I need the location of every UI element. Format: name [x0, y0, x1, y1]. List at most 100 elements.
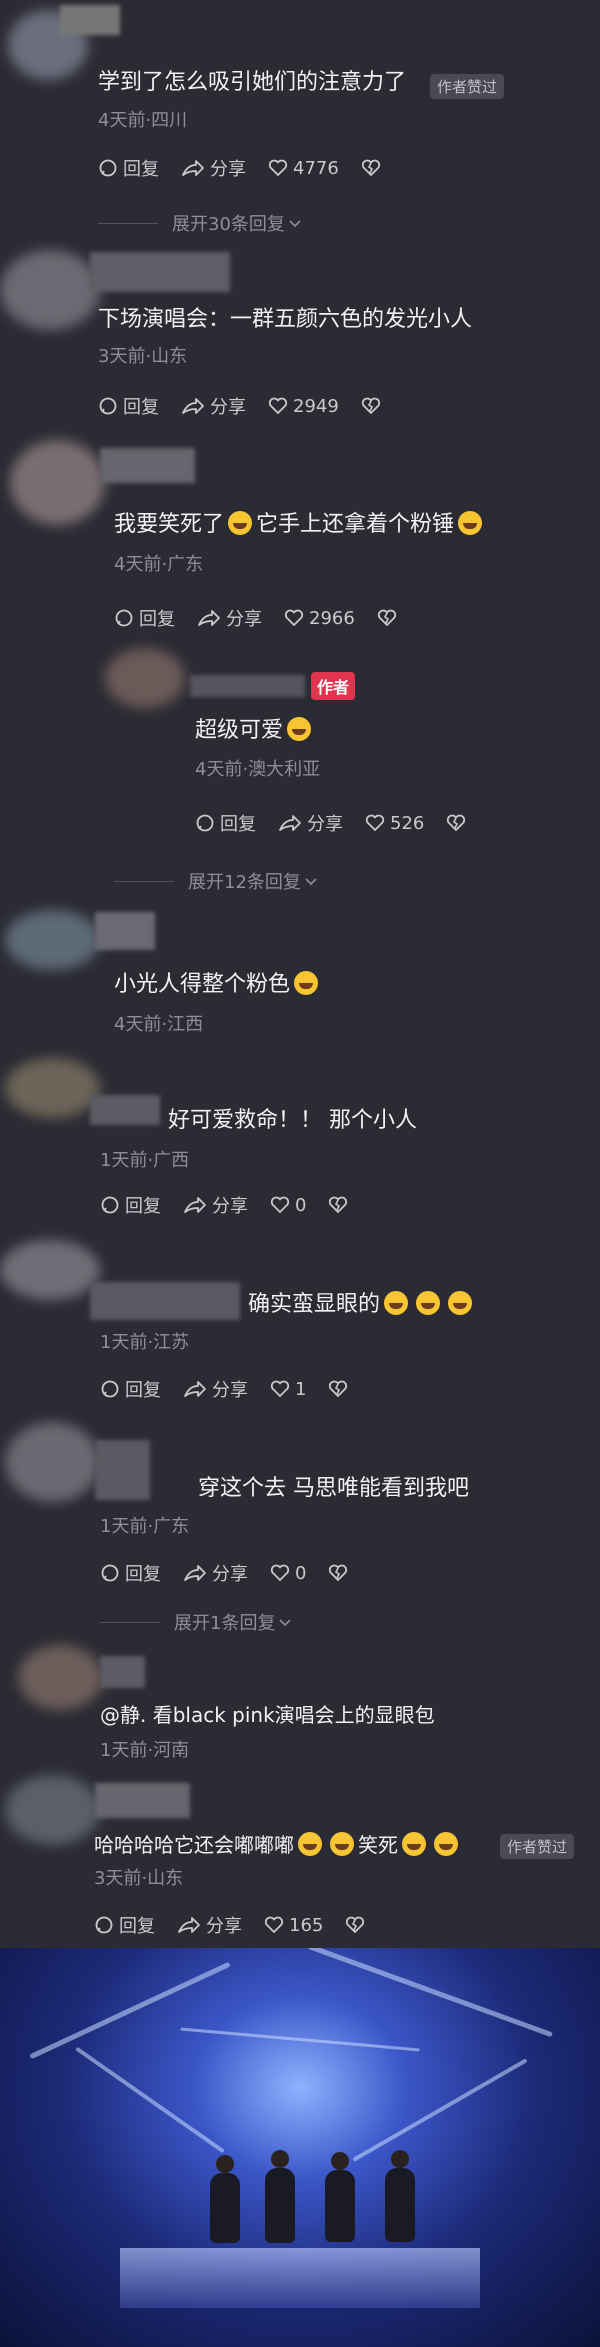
share-arrow-icon	[279, 815, 301, 831]
reply-button[interactable]: 回复	[100, 1192, 161, 1218]
reply-button[interactable]: 回复	[98, 393, 159, 419]
reply-button[interactable]: 回复	[98, 155, 159, 181]
share-button[interactable]: 分享	[183, 1192, 248, 1218]
heart-icon	[270, 1564, 290, 1581]
expand-replies[interactable]: 展开30条回复	[98, 210, 302, 236]
dislike-button[interactable]	[361, 159, 386, 177]
reply-button[interactable]: 回复	[100, 1376, 161, 1402]
laughing-emoji-icon	[416, 1291, 441, 1315]
share-button[interactable]: 分享	[177, 1912, 242, 1938]
avatar-blurred	[10, 440, 105, 525]
like-button[interactable]: 0	[270, 1563, 306, 1584]
dislike-button[interactable]	[345, 1916, 370, 1934]
performer-figure	[385, 2150, 415, 2242]
share-label: 分享	[212, 1380, 248, 1401]
reply-button[interactable]: 回复	[195, 810, 256, 836]
comment-text-part: 我要笑死了	[114, 512, 225, 537]
stage-light-ray	[29, 1961, 231, 2060]
username-blurred	[95, 1440, 150, 1500]
like-button[interactable]: 165	[264, 1915, 323, 1936]
expand-replies[interactable]: 展开1条回复	[100, 1609, 292, 1635]
share-button[interactable]: 分享	[183, 1376, 248, 1402]
comment-actions: 回复 分享 165	[94, 1912, 392, 1938]
dislike-button[interactable]	[377, 609, 402, 627]
like-button[interactable]: 2966	[284, 608, 355, 629]
like-button[interactable]: 0	[270, 1195, 306, 1216]
comment-meta: 4天前·四川	[98, 110, 188, 131]
username-blurred	[90, 1282, 240, 1320]
reply-label: 回复	[123, 397, 159, 418]
comment-actions: 回复 分享 2966	[114, 605, 424, 631]
heart-icon	[284, 609, 304, 626]
heart-icon	[268, 159, 288, 176]
expand-replies[interactable]: 展开12条回复	[114, 868, 318, 894]
chevron-down-icon	[289, 220, 301, 228]
divider-line	[100, 1621, 160, 1623]
comment-text-part: 笑死	[358, 1833, 398, 1857]
comment-meta: 1天前·河南	[100, 1740, 190, 1761]
share-arrow-icon	[178, 1917, 200, 1933]
share-label: 分享	[212, 1196, 248, 1217]
share-button[interactable]: 分享	[197, 605, 262, 631]
share-button[interactable]: 分享	[278, 810, 343, 836]
reply-label: 回复	[123, 159, 159, 180]
avatar-blurred	[0, 250, 100, 330]
dislike-button[interactable]	[361, 397, 386, 415]
broken-heart-icon	[346, 1916, 365, 1933]
avatar-blurred	[18, 1645, 103, 1710]
reply-button[interactable]: 回复	[94, 1912, 155, 1938]
comment-meta: 4天前·澳大利亚	[195, 759, 321, 780]
reply-button[interactable]: 回复	[100, 1560, 161, 1586]
avatar-blurred	[105, 648, 185, 708]
share-button[interactable]: 分享	[181, 155, 246, 181]
reply-bubble-icon	[101, 1380, 119, 1398]
like-button[interactable]: 1	[270, 1379, 306, 1400]
broken-heart-icon	[329, 1196, 348, 1213]
performer-figure	[210, 2155, 240, 2243]
performer-figure	[325, 2152, 355, 2242]
avatar-blurred	[0, 1240, 100, 1300]
comment-actions: 回复 分享 526	[195, 810, 493, 836]
chevron-down-icon	[305, 878, 317, 886]
comment-text-part: 小光人得整个粉色	[114, 972, 291, 997]
share-label: 分享	[212, 1564, 248, 1585]
like-button[interactable]: 526	[365, 813, 424, 834]
reply-bubble-icon	[101, 1564, 119, 1582]
like-button[interactable]: 4776	[268, 158, 339, 179]
like-count: 2966	[309, 607, 355, 629]
dislike-button[interactable]	[446, 814, 471, 832]
share-button[interactable]: 分享	[181, 393, 246, 419]
divider-line	[98, 222, 158, 224]
dislike-button[interactable]	[328, 1564, 353, 1582]
author-liked-badge: 作者赞过	[500, 1834, 575, 1859]
dislike-button[interactable]	[328, 1196, 353, 1214]
like-count: 0	[295, 1194, 307, 1216]
share-label: 分享	[206, 1916, 242, 1937]
stage-light-ray	[306, 1948, 554, 2038]
comment-text-part: 确实蛮显眼的	[248, 1292, 381, 1317]
concert-photo	[0, 1948, 600, 2347]
like-count: 1	[295, 1378, 307, 1400]
comment-text-part: 哈哈哈哈它还会嘟嘟嘟	[94, 1833, 294, 1857]
comment-text: @静. 看black pink演唱会上的显眼包	[100, 1703, 435, 1727]
dislike-button[interactable]	[328, 1380, 353, 1398]
share-button[interactable]: 分享	[183, 1560, 248, 1586]
like-button[interactable]: 2949	[268, 396, 339, 417]
stage-light-ray	[75, 2046, 225, 2154]
broken-heart-icon	[361, 159, 380, 176]
comment-meta: 1天前·广东	[100, 1516, 190, 1537]
share-arrow-icon	[184, 1565, 206, 1581]
comment-text: 哈哈哈哈它还会嘟嘟嘟 笑死	[94, 1830, 462, 1860]
share-arrow-icon	[182, 398, 204, 414]
share-label: 分享	[307, 814, 343, 835]
laughing-emoji-icon	[294, 971, 319, 995]
heart-icon	[270, 1380, 290, 1397]
reply-bubble-icon	[99, 397, 117, 415]
comment-meta: 4天前·广东	[114, 554, 204, 575]
broken-heart-icon	[329, 1564, 348, 1581]
reply-bubble-icon	[196, 814, 214, 832]
reply-label: 回复	[220, 814, 256, 835]
comment-actions: 回复 分享 0	[100, 1560, 375, 1586]
reply-button[interactable]: 回复	[114, 605, 175, 631]
share-label: 分享	[226, 609, 262, 630]
